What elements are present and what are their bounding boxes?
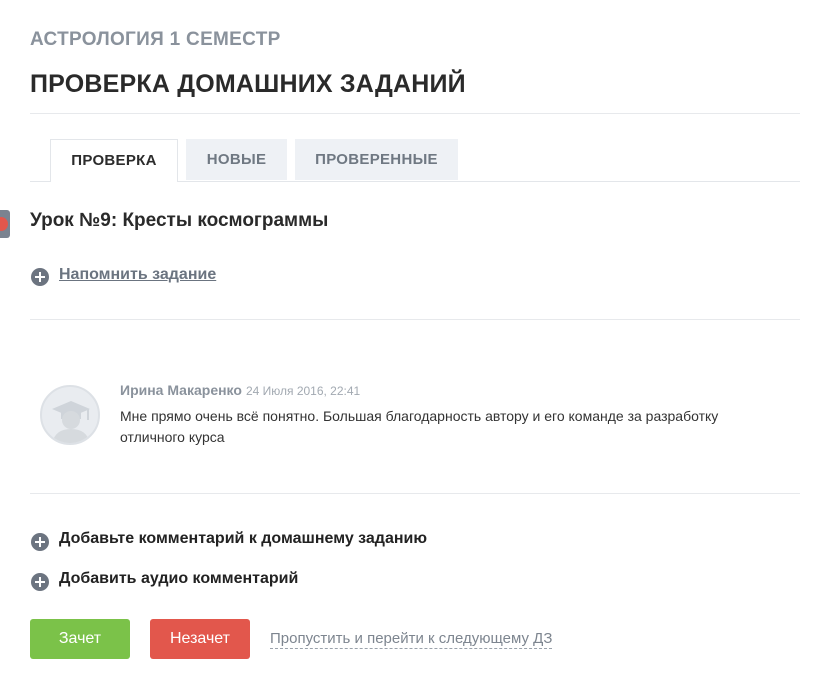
lesson-title: Урок №9: Кресты космограммы	[30, 210, 329, 231]
side-notification-marker[interactable]	[0, 210, 10, 238]
fail-button[interactable]: Незачет	[150, 619, 250, 659]
comment-author: Ирина Макаренко 24 Июля 2016, 22:41	[120, 382, 360, 398]
comment-divider	[30, 493, 800, 494]
avatar	[40, 385, 100, 445]
plus-circle-icon[interactable]	[31, 573, 49, 591]
comment-text: Мне прямо очень всё понятно. Большая бла…	[120, 408, 719, 445]
notification-dot-icon	[0, 217, 8, 231]
course-title: АСТРОЛОГИЯ 1 СЕМЕСТР	[30, 29, 281, 50]
tab-bar: ПРОВЕРКА НОВЫЕ ПРОВЕРЕННЫЕ	[30, 139, 800, 182]
graduate-avatar-icon	[52, 401, 90, 443]
tab-checked[interactable]: ПРОВЕРЕННЫЕ	[295, 139, 458, 180]
tab-proverka[interactable]: ПРОВЕРКА	[50, 139, 178, 182]
tab-new[interactable]: НОВЫЕ	[186, 139, 287, 180]
pass-button[interactable]: Зачет	[30, 619, 130, 659]
skip-link[interactable]: Пропустить и перейти к следующему ДЗ	[270, 630, 553, 649]
plus-circle-icon[interactable]	[31, 268, 49, 286]
comment-date: 24 Июля 2016, 22:41	[245, 384, 361, 398]
section-divider	[30, 319, 800, 320]
header-divider	[30, 113, 800, 114]
remind-task-link[interactable]: Напомнить задание	[59, 266, 216, 284]
plus-circle-icon[interactable]	[31, 533, 49, 551]
author-name: Ирина Макаренко	[120, 382, 242, 398]
add-comment-link[interactable]: Добавьте комментарий к домашнему заданию	[59, 530, 427, 548]
page-title: ПРОВЕРКА ДОМАШНИХ ЗАДАНИЙ	[30, 70, 466, 98]
add-audio-comment-link[interactable]: Добавить аудио комментарий	[59, 570, 298, 588]
